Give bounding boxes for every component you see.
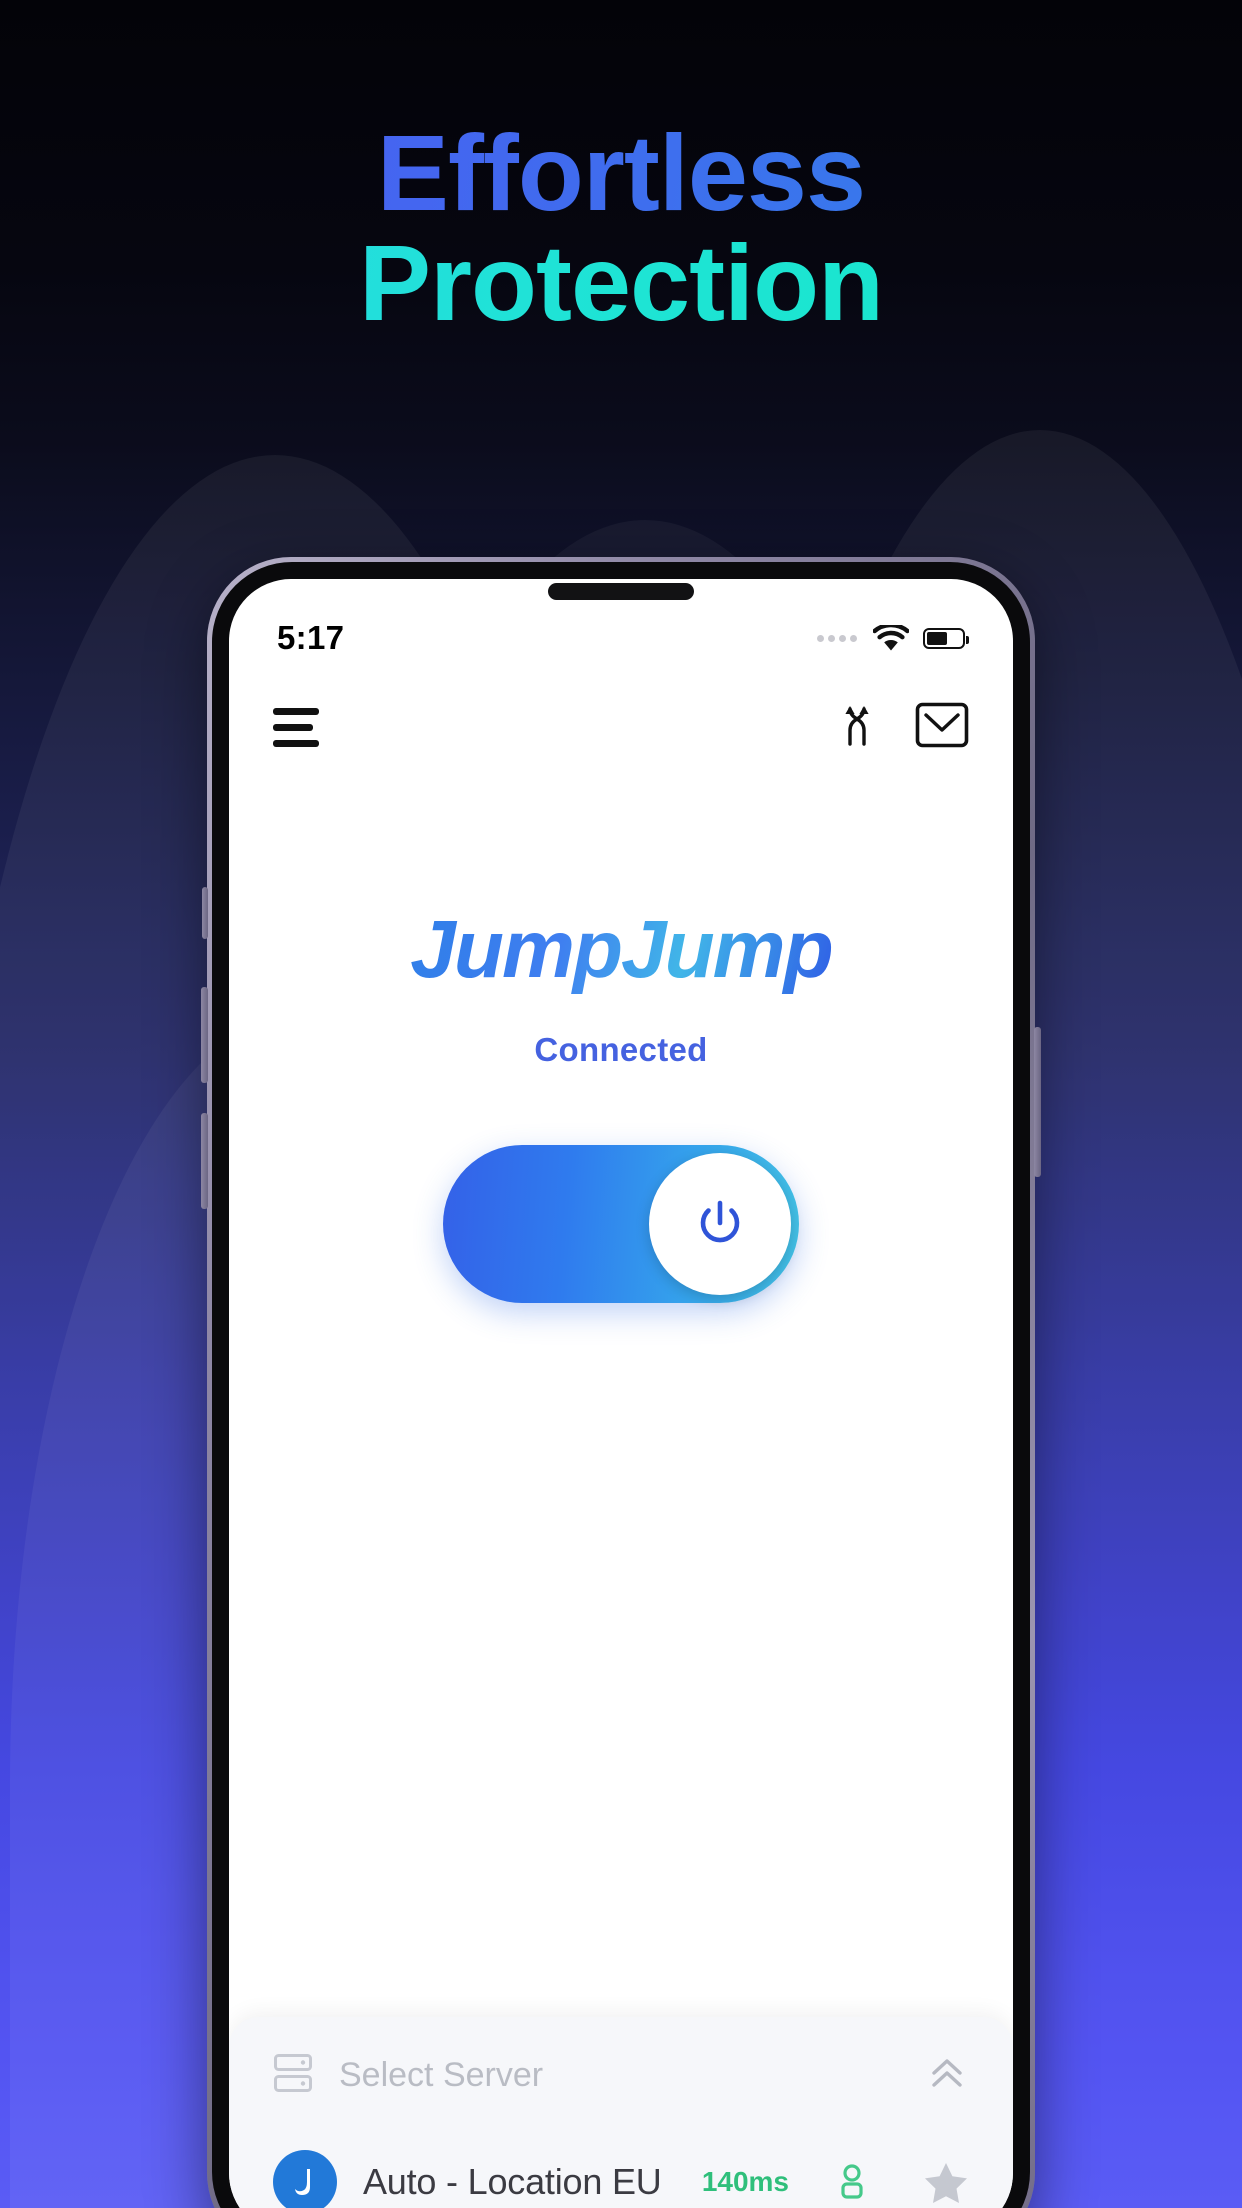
- app-logo: JumpJump: [229, 903, 1013, 997]
- promo-screenshot: Effortless Protection 5:17 JumpJump Conn…: [0, 0, 1242, 2208]
- vpn-power-toggle[interactable]: [443, 1145, 799, 1303]
- server-name: Auto - Location EU: [363, 2161, 662, 2202]
- signal-dots-icon: [817, 634, 857, 642]
- user-icon: [837, 2162, 871, 2202]
- hamburger-menu-icon[interactable]: [273, 707, 319, 747]
- split-arrows-icon[interactable]: [837, 703, 877, 752]
- server-list-item[interactable]: Auto - Location EU 140ms: [229, 2129, 1013, 2208]
- phone-mute-switch: [202, 887, 208, 939]
- headline-line-1: Effortless: [0, 117, 1242, 228]
- connection-status: Connected: [534, 1031, 708, 1068]
- server-ping: 140ms: [701, 2166, 789, 2197]
- server-panel-header[interactable]: Select Server: [229, 2021, 1013, 2129]
- phone-screen: 5:17 JumpJump Connected Select Server Au…: [229, 579, 1013, 2208]
- phone-volume-up-button: [201, 987, 208, 1083]
- vpn-toggle-container: [229, 1145, 1013, 1303]
- jumpjump-logo-icon: [273, 2150, 337, 2208]
- server-rack-icon: [273, 2052, 313, 2099]
- phone-power-button: [1034, 1027, 1041, 1177]
- wifi-icon: [873, 624, 909, 652]
- server-panel: Select Server Auto - Location EU 140ms: [229, 2017, 1013, 2208]
- toggle-knob[interactable]: [649, 1153, 791, 1295]
- app-bar: [229, 671, 1013, 783]
- double-chevron-up-icon[interactable]: [925, 2054, 969, 2097]
- battery-icon: [923, 627, 969, 649]
- status-bar-indicators: [817, 624, 969, 652]
- status-bar-time: 5:17: [277, 619, 345, 656]
- star-icon[interactable]: [923, 2160, 969, 2204]
- phone-notch: [548, 583, 694, 600]
- phone-mockup: 5:17 JumpJump Connected Select Server Au…: [201, 557, 1041, 2208]
- app-bar-actions: [837, 702, 969, 753]
- phone-volume-down-button: [201, 1113, 208, 1209]
- select-server-label: Select Server: [339, 2055, 544, 2094]
- power-icon: [700, 1200, 740, 1243]
- envelope-icon[interactable]: [915, 702, 969, 753]
- headline-line-2: Protection: [0, 227, 1242, 338]
- promo-headline: Effortless Protection: [0, 117, 1242, 338]
